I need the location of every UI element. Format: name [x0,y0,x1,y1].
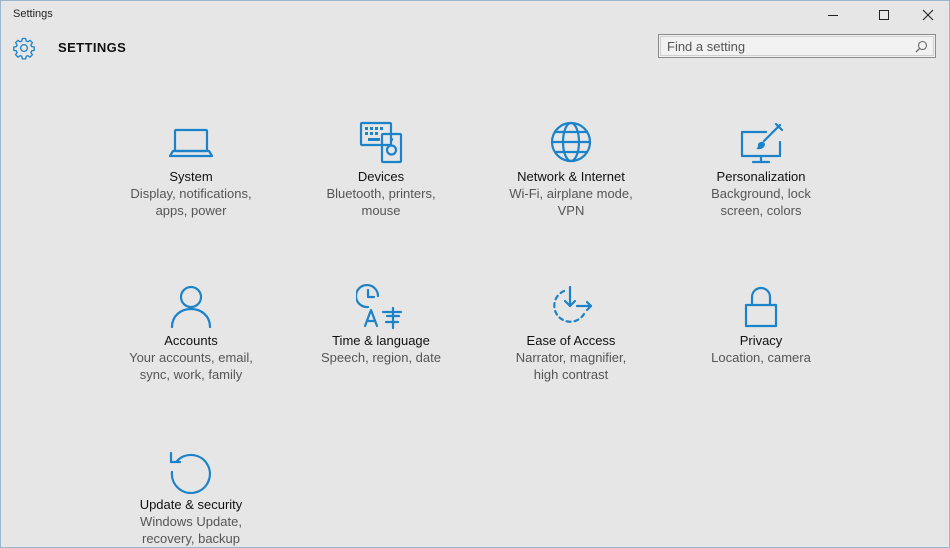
tile-description: Speech, region, date [321,350,441,365]
person-icon [170,285,212,329]
window-title: Settings [13,8,53,20]
tile-system[interactable]: System Display, notifications, apps, pow… [106,120,276,219]
tile-label: Time & language [332,333,430,348]
tile-label: Privacy [739,333,783,348]
maximize-button[interactable] [865,1,903,29]
tile-label: System [169,169,213,184]
tile-description: recovery, backup [141,531,241,546]
close-icon [922,9,934,21]
laptop-icon [168,128,214,158]
page-title: SETTINGS [58,40,127,55]
tile-description: Display, notifications, [130,186,252,201]
tile-label: Personalization [716,169,806,184]
tile-personalization[interactable]: Personalization Background, lock screen,… [676,120,846,219]
refresh-icon [169,451,211,494]
tile-accounts[interactable]: Accounts Your accounts, email, sync, wor… [106,284,276,383]
monitor-brush-icon [740,122,784,164]
tile-description: Your accounts, email, [129,350,253,365]
tile-description: apps, power [155,203,227,218]
keyboard-speaker-icon [359,121,403,164]
tile-devices[interactable]: Devices Bluetooth, printers, mouse [296,120,466,219]
ease-of-access-icon [553,285,593,323]
tile-description: sync, work, family [139,367,243,382]
tile-time-language[interactable]: Time & language Speech, region, date [296,284,466,366]
minimize-icon [828,15,838,16]
tile-label: Ease of Access [526,333,616,348]
tile-privacy[interactable]: Privacy Location, camera [676,284,846,366]
maximize-icon [879,10,889,20]
tile-label: Network & Internet [517,169,625,184]
clock-language-icon [356,284,403,330]
tile-description: Bluetooth, printers, [326,186,436,201]
tile-description: Background, lock [711,186,811,201]
padlock-icon [744,286,778,328]
search-box[interactable] [658,34,936,58]
close-button[interactable] [909,1,947,29]
tile-description: VPN [557,203,585,218]
minimize-button[interactable] [814,1,852,29]
tile-network-internet[interactable]: Network & Internet Wi-Fi, airplane mode,… [486,120,656,219]
search-input[interactable] [667,37,907,55]
tile-description: Narrator, magnifier, [515,350,627,365]
search-icon[interactable] [915,40,928,53]
tile-description: Windows Update, [140,514,242,529]
tile-label: Update & security [139,497,243,512]
tile-description: high contrast [533,367,609,382]
tile-description: Wi-Fi, airplane mode, [509,186,633,201]
tile-label: Accounts [164,333,218,348]
tile-description: mouse [361,203,401,218]
tile-ease-of-access[interactable]: Ease of Access Narrator, magnifier, high… [486,284,656,383]
gear-icon [13,37,35,60]
settings-window: Settings SETTINGS Find a setting System … [0,0,950,548]
tile-description: screen, colors [720,203,802,218]
globe-icon [550,121,592,163]
tile-description: Location, camera [711,350,811,365]
tile-label: Devices [357,169,405,184]
settings-header: SETTINGS [1,29,949,69]
title-bar[interactable]: Settings [1,1,949,29]
tile-update-security[interactable]: Update & security Windows Update, recove… [106,448,276,547]
